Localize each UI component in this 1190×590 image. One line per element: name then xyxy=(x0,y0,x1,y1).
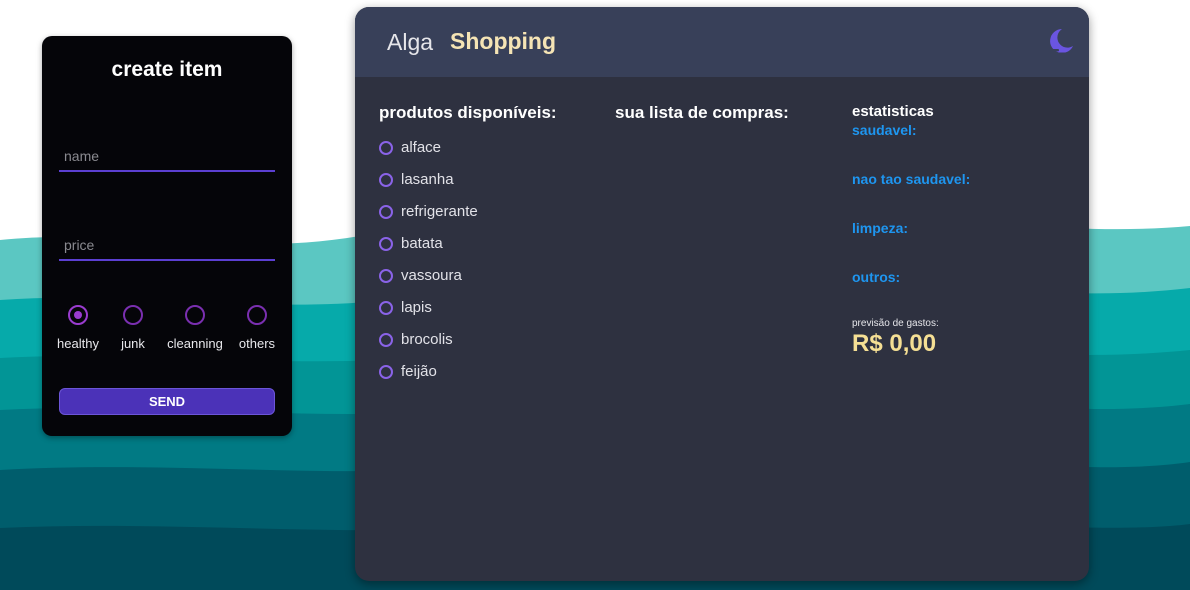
product-label: batata xyxy=(401,235,443,252)
moon-icon[interactable] xyxy=(1045,27,1075,57)
price-input[interactable] xyxy=(59,233,275,257)
product-label: lapis xyxy=(401,299,432,316)
product-radio[interactable] xyxy=(379,237,393,251)
product-item[interactable]: alface xyxy=(379,139,478,171)
radio-option-others[interactable]: others xyxy=(227,305,287,351)
forecast-value: R$ 0,00 xyxy=(852,330,937,357)
radio-cleanning[interactable] xyxy=(185,305,205,325)
product-label: lasanha xyxy=(401,171,454,188)
radio-label-healthy: healthy xyxy=(57,336,99,351)
name-field xyxy=(59,144,275,172)
radio-option-junk[interactable]: junk xyxy=(103,305,163,351)
radio-others[interactable] xyxy=(247,305,267,325)
products-list: alface lasanha refrigerante batata vasso… xyxy=(379,139,478,395)
product-label: brocolis xyxy=(401,331,453,348)
shopping-list-title: sua lista de compras: xyxy=(615,103,789,122)
stats-title: estatisticas xyxy=(852,103,934,120)
product-item[interactable]: brocolis xyxy=(379,331,478,363)
product-label: feijão xyxy=(401,363,437,380)
products-title: produtos disponíveis: xyxy=(379,103,557,122)
product-radio[interactable] xyxy=(379,269,393,283)
product-item[interactable]: refrigerante xyxy=(379,203,478,235)
create-item-title: create item xyxy=(111,58,223,81)
forecast-label: previsão de gastos: xyxy=(852,318,939,329)
product-label: vassoura xyxy=(401,267,462,284)
stat-junk: nao tao saudavel: xyxy=(852,171,971,187)
product-radio[interactable] xyxy=(379,333,393,347)
create-item-card: create item healthy junk cleanning other… xyxy=(42,36,292,436)
brand-name-light: Alga xyxy=(387,29,434,55)
main-panel: Alga Shopping produtos disponíveis: sua … xyxy=(355,7,1089,581)
product-radio[interactable] xyxy=(379,141,393,155)
radio-junk[interactable] xyxy=(123,305,143,325)
radio-label-cleanning: cleanning xyxy=(167,336,223,351)
brand-name-bold: Shopping xyxy=(450,28,557,54)
product-item[interactable]: lasanha xyxy=(379,171,478,203)
product-label: alface xyxy=(401,139,442,156)
product-label: refrigerante xyxy=(401,203,478,220)
name-input[interactable] xyxy=(59,144,275,168)
product-radio[interactable] xyxy=(379,173,393,187)
stat-cleaning: limpeza: xyxy=(852,220,909,236)
product-radio[interactable] xyxy=(379,205,393,219)
product-item[interactable]: vassoura xyxy=(379,267,478,299)
product-item[interactable]: batata xyxy=(379,235,478,267)
price-field xyxy=(59,233,275,261)
radio-option-healthy[interactable]: healthy xyxy=(48,305,108,351)
stat-others: outros: xyxy=(852,269,901,285)
radio-option-cleanning[interactable]: cleanning xyxy=(165,305,225,351)
product-item[interactable]: lapis xyxy=(379,299,478,331)
panel-header: Alga Shopping xyxy=(355,7,1089,77)
radio-healthy[interactable] xyxy=(68,305,88,325)
stat-healthy: saudavel: xyxy=(852,122,917,138)
product-radio[interactable] xyxy=(379,365,393,379)
radio-label-others: others xyxy=(238,336,276,351)
product-radio[interactable] xyxy=(379,301,393,315)
radio-label-junk: junk xyxy=(121,336,145,351)
product-item[interactable]: feijão xyxy=(379,363,478,395)
send-button[interactable]: SEND xyxy=(59,388,275,415)
